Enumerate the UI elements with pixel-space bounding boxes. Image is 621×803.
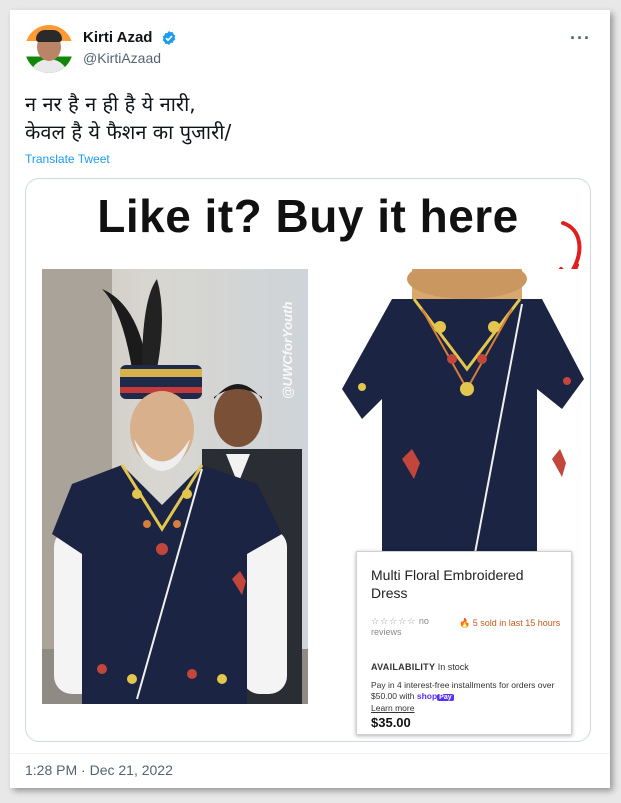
product-price: $35.00 [371, 715, 411, 730]
product-rating: ☆☆☆☆☆ no reviews [371, 616, 461, 638]
tweet-text: न नर है न ही है ये नारी, केवल है ये फैशन… [25, 90, 595, 146]
translate-tweet-link[interactable]: Translate Tweet [25, 152, 110, 166]
shop-pay-logo: shop Pay [417, 691, 454, 703]
product-title: Multi Floral Embroidered Dress [371, 567, 524, 601]
user-handle[interactable]: @KirtiAzaad [83, 50, 161, 66]
availability-value: In stock [437, 662, 469, 672]
availability: AVAILABILITY In stock [371, 662, 469, 672]
more-icon[interactable]: ··· [570, 28, 591, 49]
shop-pay-pay: Pay [437, 694, 454, 701]
person-photo: @UWCforYouth [42, 269, 308, 704]
sold-count: 🔥 5 sold in last 15 hours [459, 616, 564, 630]
sold-count-text: 5 sold in last 15 hours [472, 618, 561, 628]
installments-description: Pay in 4 interest-free installments for … [371, 680, 555, 701]
tweet-text-line: न नर है न ही है ये नारी, [25, 92, 196, 116]
avatar[interactable] [25, 25, 73, 73]
product-card[interactable]: Multi Floral Embroidered Dress ☆☆☆☆☆ no … [356, 551, 572, 735]
divider [10, 753, 610, 754]
installments-text: Pay in 4 interest-free installments for … [371, 680, 561, 714]
shop-pay-shop: shop [416, 691, 438, 701]
availability-label: AVAILABILITY [371, 662, 436, 672]
media-headline: Like it? Buy it here [97, 190, 519, 242]
tweet-media[interactable]: Like it? Buy it here @UWCforYouth Multi … [25, 178, 591, 742]
tweet-text-line: केवल है ये फैशन का पुजारी/ [25, 120, 232, 144]
watermark-text: @UWCforYouth [280, 301, 295, 399]
verified-badge-icon [162, 31, 176, 45]
fire-icon: 🔥 [459, 618, 471, 628]
tweet-timestamp[interactable]: 1:28 PM · Dec 21, 2022 [25, 762, 173, 778]
learn-more-link[interactable]: Learn more [371, 703, 414, 713]
tweet-card: Kirti Azad @KirtiAzaad ··· न नर है न ही … [10, 10, 610, 788]
star-rating-icon: ☆☆☆☆☆ [371, 616, 417, 626]
display-name[interactable]: Kirti Azad [83, 29, 152, 46]
